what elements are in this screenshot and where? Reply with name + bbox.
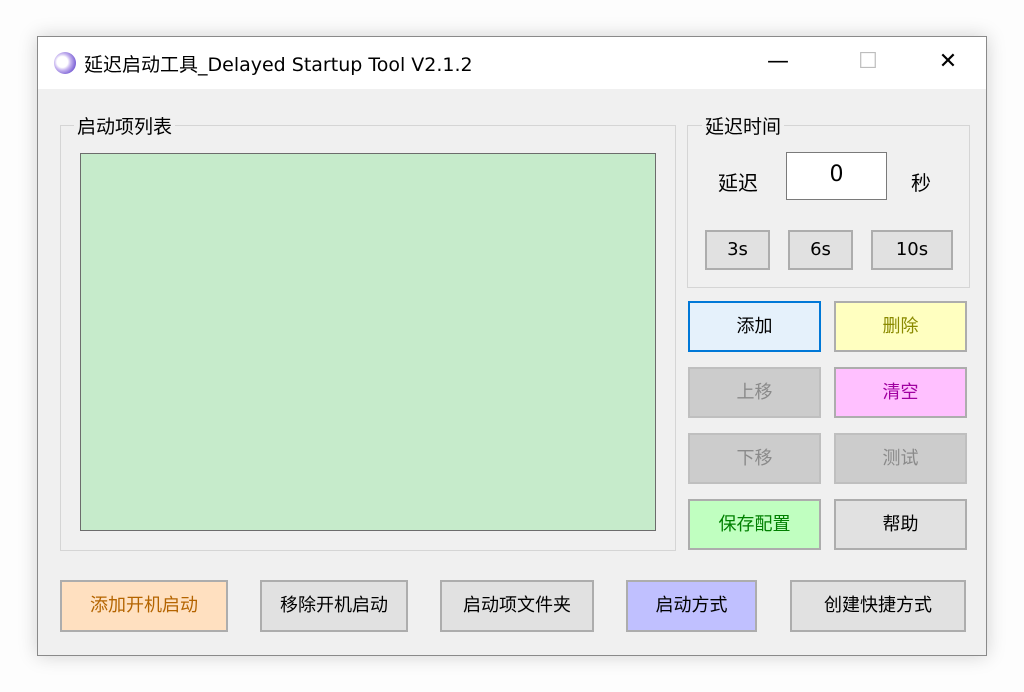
clear-button[interactable]: 清空 bbox=[834, 367, 967, 418]
startup-list-label: 启动项列表 bbox=[74, 112, 176, 139]
delay-prefix-label: 延迟 bbox=[718, 171, 758, 195]
app-icon bbox=[54, 52, 76, 74]
move-down-button[interactable]: 下移 bbox=[688, 433, 821, 484]
move-up-button[interactable]: 上移 bbox=[688, 367, 821, 418]
save-config-button[interactable]: 保存配置 bbox=[688, 499, 821, 550]
create-shortcut-button[interactable]: 创建快捷方式 bbox=[790, 580, 966, 632]
startup-listbox[interactable] bbox=[80, 153, 656, 531]
close-button[interactable]: ✕ bbox=[908, 37, 988, 89]
window-title: 延迟启动工具_Delayed Startup Tool V2.1.2 bbox=[84, 54, 473, 76]
startup-folder-button[interactable]: 启动项文件夹 bbox=[440, 580, 594, 632]
remove-boot-startup-button[interactable]: 移除开机启动 bbox=[260, 580, 408, 632]
delay-seconds-input[interactable]: 0 bbox=[786, 152, 887, 200]
minimize-button[interactable]: — bbox=[738, 37, 818, 89]
add-boot-startup-button[interactable]: 添加开机启动 bbox=[60, 580, 228, 632]
test-button[interactable]: 测试 bbox=[834, 433, 967, 484]
help-button[interactable]: 帮助 bbox=[834, 499, 967, 550]
preset-10s-button[interactable]: 10s bbox=[871, 230, 953, 270]
title-bar[interactable]: 延迟启动工具_Delayed Startup Tool V2.1.2 — ☐ ✕ bbox=[38, 37, 986, 89]
add-button[interactable]: 添加 bbox=[688, 301, 821, 352]
preset-6s-button[interactable]: 6s bbox=[788, 230, 853, 270]
seconds-unit-label: 秒 bbox=[911, 171, 931, 195]
delay-group-label: 延迟时间 bbox=[702, 112, 785, 139]
delete-button[interactable]: 删除 bbox=[834, 301, 967, 352]
app-window: 延迟启动工具_Delayed Startup Tool V2.1.2 — ☐ ✕… bbox=[37, 36, 987, 656]
startup-mode-button[interactable]: 启动方式 bbox=[626, 580, 757, 632]
preset-3s-button[interactable]: 3s bbox=[705, 230, 770, 270]
maximize-button[interactable]: ☐ bbox=[828, 37, 908, 89]
